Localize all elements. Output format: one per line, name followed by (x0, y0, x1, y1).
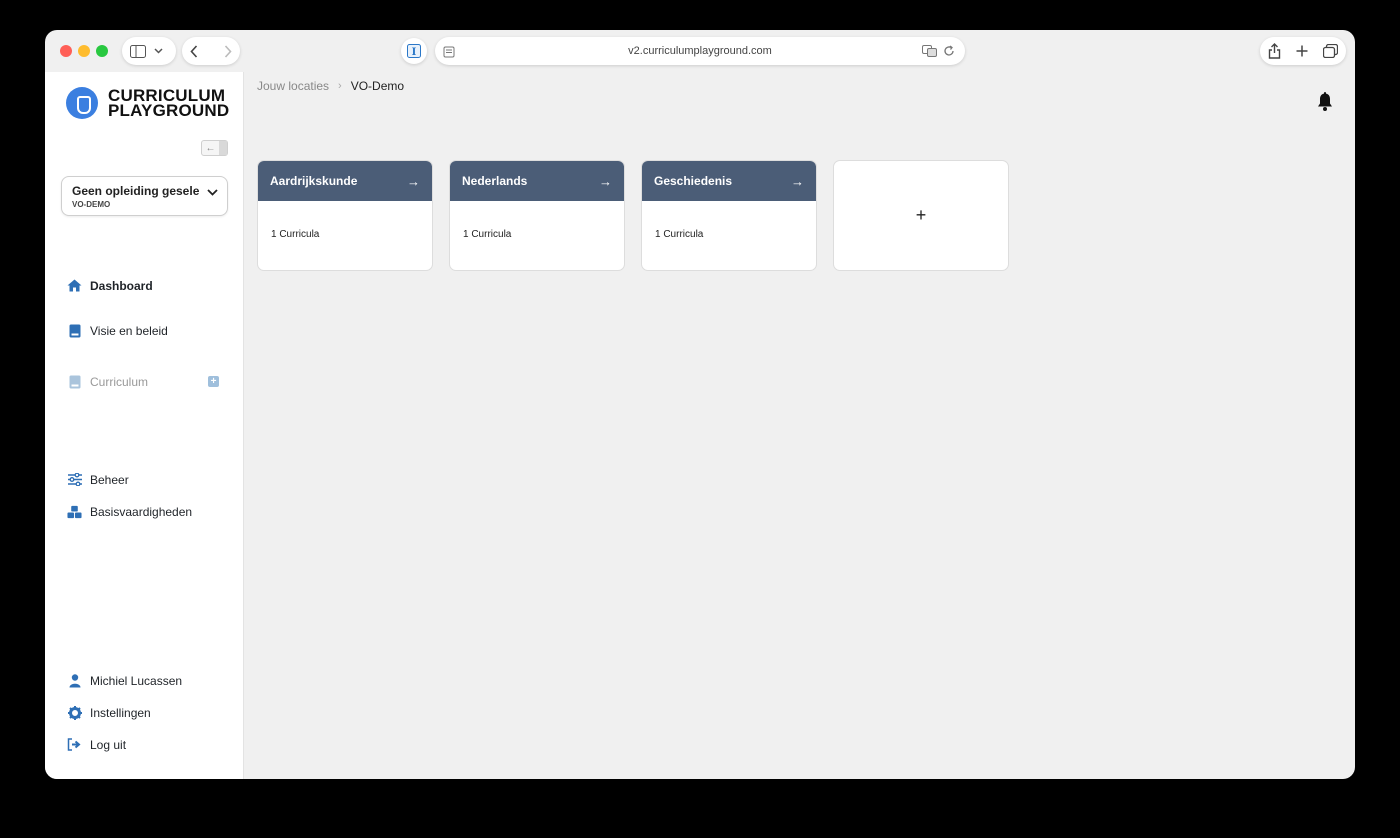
translate-icon[interactable] (922, 45, 937, 57)
card-header[interactable]: Nederlands → (450, 161, 624, 201)
sidebar-item-label: Instellingen (90, 705, 151, 720)
card-title: Nederlands (462, 174, 528, 188)
sidebar-item-label: Michiel Lucassen (90, 673, 183, 688)
chevron-down-icon (154, 48, 163, 54)
sidebar-item-label: Dashboard (90, 278, 153, 293)
card-header[interactable]: Geschiedenis → (642, 161, 816, 201)
tabs-icon[interactable] (1323, 44, 1338, 58)
back-icon[interactable] (190, 44, 198, 58)
add-curriculum-button[interactable]: + (208, 376, 219, 387)
collapse-arrow-icon: ← (205, 142, 216, 154)
address-bar[interactable]: v2.curriculumplayground.com (435, 37, 965, 65)
maximize-window-button[interactable] (96, 45, 108, 57)
card-count: 1 Curricula (463, 229, 512, 240)
app-logo[interactable]: CURRICULUM PLAYGROUND (66, 87, 229, 119)
add-subject-card[interactable]: + (833, 160, 1009, 271)
user-icon (67, 673, 82, 688)
browser-toolbar: I v2.curriculumplayground.com (45, 30, 1355, 72)
cubes-icon (67, 504, 82, 519)
sidebar-toggle-button[interactable] (122, 37, 176, 65)
card-title: Aardrijkskunde (270, 174, 358, 188)
extension-icon: I (407, 44, 421, 58)
subject-card[interactable]: Aardrijkskunde → 1 Curricula (257, 160, 433, 271)
sidebar-item-log-uit[interactable]: Log uit (67, 737, 126, 752)
arrow-right-icon[interactable]: → (599, 174, 612, 189)
svg-text:I: I (412, 47, 417, 58)
forward-icon[interactable] (224, 44, 232, 58)
reload-icon[interactable] (943, 45, 955, 57)
card-count: 1 Curricula (655, 229, 704, 240)
card-count: 1 Curricula (271, 229, 320, 240)
browser-window: I v2.curriculumplayground.com CURRICULUM… (45, 30, 1355, 779)
gear-icon (67, 705, 82, 720)
browser-actions (1260, 37, 1346, 65)
bell-icon[interactable] (1317, 92, 1333, 112)
history-nav (182, 37, 240, 65)
opleiding-selector[interactable]: Geen opleiding gesele... VO-DEMO (61, 176, 228, 216)
sidebar-icon (130, 44, 146, 58)
subject-card[interactable]: Geschiedenis → 1 Curricula (641, 160, 817, 271)
arrow-right-icon[interactable]: → (407, 174, 420, 189)
collapse-sidebar-button[interactable]: ← (201, 140, 228, 156)
subject-card[interactable]: Nederlands → 1 Curricula (449, 160, 625, 271)
home-icon (67, 278, 82, 293)
sidebar-item-label: Visie en beleid (90, 323, 168, 338)
logout-icon (67, 737, 82, 752)
breadcrumb: Jouw locaties › VO-Demo (257, 79, 404, 93)
sidebar-item-visie-en-beleid[interactable]: Visie en beleid (67, 323, 168, 338)
breadcrumb-item-current: VO-Demo (350, 79, 405, 93)
sidebar-item-label: Beheer (90, 472, 129, 487)
selector-title: Geen opleiding gesele... (72, 184, 200, 198)
sidebar-item-label: Log uit (90, 737, 127, 752)
sidebar-item-dashboard[interactable]: Dashboard (67, 278, 153, 293)
book-icon (67, 374, 82, 389)
chevron-right-icon: › (338, 80, 342, 92)
plus-icon: + (915, 205, 927, 225)
sidebar-item-basisvaardigheden[interactable]: Basisvaardigheden (67, 504, 192, 519)
selector-subtitle: VO-DEMO (72, 200, 111, 209)
close-window-button[interactable] (60, 45, 72, 57)
chevron-down-icon (207, 189, 218, 196)
minimize-window-button[interactable] (78, 45, 90, 57)
sidebar-item-curriculum[interactable]: Curriculum (67, 374, 148, 389)
sidebar-item-instellingen[interactable]: Instellingen (67, 705, 151, 720)
url-text: v2.curriculumplayground.com (628, 45, 772, 57)
sidebar-item-profile[interactable]: Michiel Lucassen (67, 673, 182, 688)
new-tab-icon[interactable] (1296, 45, 1308, 57)
logo-text-line2: PLAYGROUND (108, 101, 230, 120)
book-icon (67, 323, 82, 338)
sidebar-item-label: Curriculum (90, 374, 149, 389)
extension-button[interactable]: I (401, 38, 427, 64)
card-header[interactable]: Aardrijkskunde → (258, 161, 432, 201)
card-title: Geschiedenis (654, 174, 733, 188)
arrow-right-icon[interactable]: → (791, 174, 804, 189)
sidebar-item-label: Basisvaardigheden (90, 504, 193, 519)
logo-icon (66, 87, 98, 119)
sliders-icon (67, 472, 82, 487)
breadcrumb-item-locaties[interactable]: Jouw locaties (257, 79, 329, 93)
share-icon[interactable] (1268, 43, 1281, 59)
app-sidebar: CURRICULUM PLAYGROUND ← Geen opleiding g… (45, 72, 244, 779)
sidebar-item-beheer[interactable]: Beheer (67, 472, 129, 487)
